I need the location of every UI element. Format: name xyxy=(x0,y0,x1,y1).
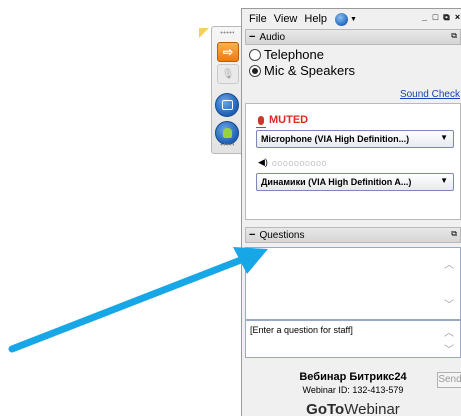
arrow-shaft xyxy=(8,254,250,353)
annotation-arrow xyxy=(8,247,268,353)
